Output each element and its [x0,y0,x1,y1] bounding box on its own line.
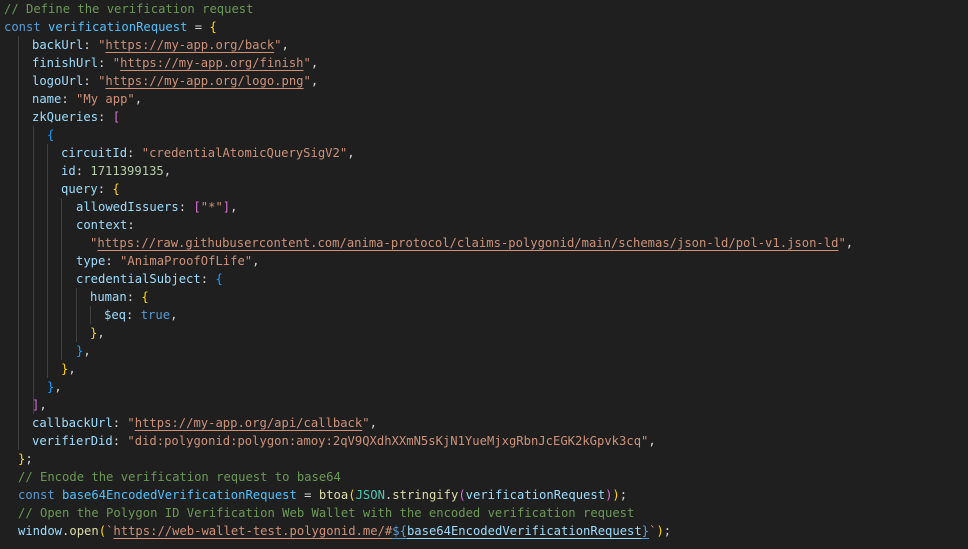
property-key: verifierDid [32,434,113,448]
property-key: name [32,92,62,106]
code-line: context: [76,218,135,232]
url-link[interactable]: https://my-app.org/back [105,38,274,52]
code-line: }, [47,380,62,394]
code-line: // Define the verification request [4,0,253,18]
code-line: credentialSubject: { [76,272,223,286]
property-key: query [61,182,98,196]
class-name: JSON [355,488,385,502]
code-line: callbackUrl: "https://my-app.org/api/cal… [32,416,377,430]
boolean-value: true [140,308,171,322]
property-key: zkQueries [32,110,99,124]
indent-guide [90,306,91,324]
code-line: window.open(`https://web-wallet-test.pol… [18,524,672,538]
function-name: btoa [318,488,349,502]
property-key: logoUrl [32,74,84,88]
code-line: id: 1711399135, [61,164,172,178]
property-key: id [61,164,76,178]
code-line: type: "AnimaProofOfLife", [76,254,260,268]
indent-guide [47,144,48,378]
function-name: open [69,524,99,538]
property-key: callbackUrl [32,416,113,430]
code-line: logoUrl: "https://my-app.org/logo.png", [32,74,319,88]
code-line: backUrl: "https://my-app.org/back", [32,38,289,52]
string-value: credentialAtomicQuerySigV2 [149,146,340,160]
number-value: 1711399135 [90,164,164,178]
property-key: backUrl [32,38,84,52]
url-link[interactable]: https://raw.githubusercontent.com/anima-… [97,236,838,250]
code-comment: // Define the verification request [4,2,254,16]
code-line: const base64EncodedVerificationRequest =… [18,488,628,502]
url-link[interactable]: https://my-app.org/api/callback [135,416,362,430]
keyword-const: const [4,20,41,34]
function-name: stringify [392,488,459,502]
keyword-const: const [18,488,55,502]
indent-guide [76,288,77,342]
url-link[interactable]: https://my-app.org/logo.png [105,74,303,88]
code-comment: // Encode the verification request to ba… [18,470,341,484]
code-line: zkQueries: [ [32,110,121,124]
code-line: human: { [90,290,149,304]
variable-ref: base64EncodedVerificationRequest [406,524,642,538]
variable-name: base64EncodedVerificationRequest [62,488,297,502]
property-key: type [76,254,106,268]
string-value: did:polygonid:polygon:amoy:2qV9QXdhXXmN5… [134,434,642,448]
object-name: window [18,524,63,538]
code-line: finishUrl: "https://my-app.org/finish", [32,56,319,70]
code-line: allowedIssuers: ["*"], [76,200,238,214]
code-line: verifierDid: "did:polygonid:polygon:amoy… [32,434,656,448]
code-line: }, [61,362,76,376]
variable-name: verificationRequest [48,20,188,34]
code-line: }, [90,326,105,340]
code-line: const verificationRequest = { [4,20,217,34]
code-line: { [47,128,55,142]
indent-guide [18,36,19,450]
code-line: }; [18,452,33,466]
property-key: credentialSubject [76,272,201,286]
code-editor[interactable]: // Define the verification request const… [0,0,968,549]
code-comment: // Open the Polygon ID Verification Web … [18,506,635,520]
property-key: $eq [104,308,127,322]
property-key: allowedIssuers [76,200,179,214]
variable-ref: verificationRequest [465,488,606,502]
property-key: finishUrl [32,56,99,70]
url-link[interactable]: https://web-wallet-test.polygonid.me/# [113,524,392,538]
code-line: query: { [61,182,120,196]
code-line: name: "My app", [32,92,143,106]
url-link[interactable]: https://my-app.org/finish [120,56,303,70]
code-line: // Open the Polygon ID Verification Web … [18,504,634,522]
code-line: // Encode the verification request to ba… [18,468,341,486]
code-line: "https://raw.githubusercontent.com/anima… [90,236,854,250]
code-line: $eq: true, [104,308,178,322]
property-key: human [90,290,127,304]
code-line: ], [32,398,47,412]
code-line: }, [76,344,91,358]
indent-guide [61,198,62,360]
string-value: My app [83,92,128,106]
code-line: circuitId: "credentialAtomicQuerySigV2", [61,146,355,160]
property-key: circuitId [61,146,128,160]
indent-guide [33,126,34,414]
property-key: context [76,218,128,232]
string-value: AnimaProofOfLife [127,254,245,268]
